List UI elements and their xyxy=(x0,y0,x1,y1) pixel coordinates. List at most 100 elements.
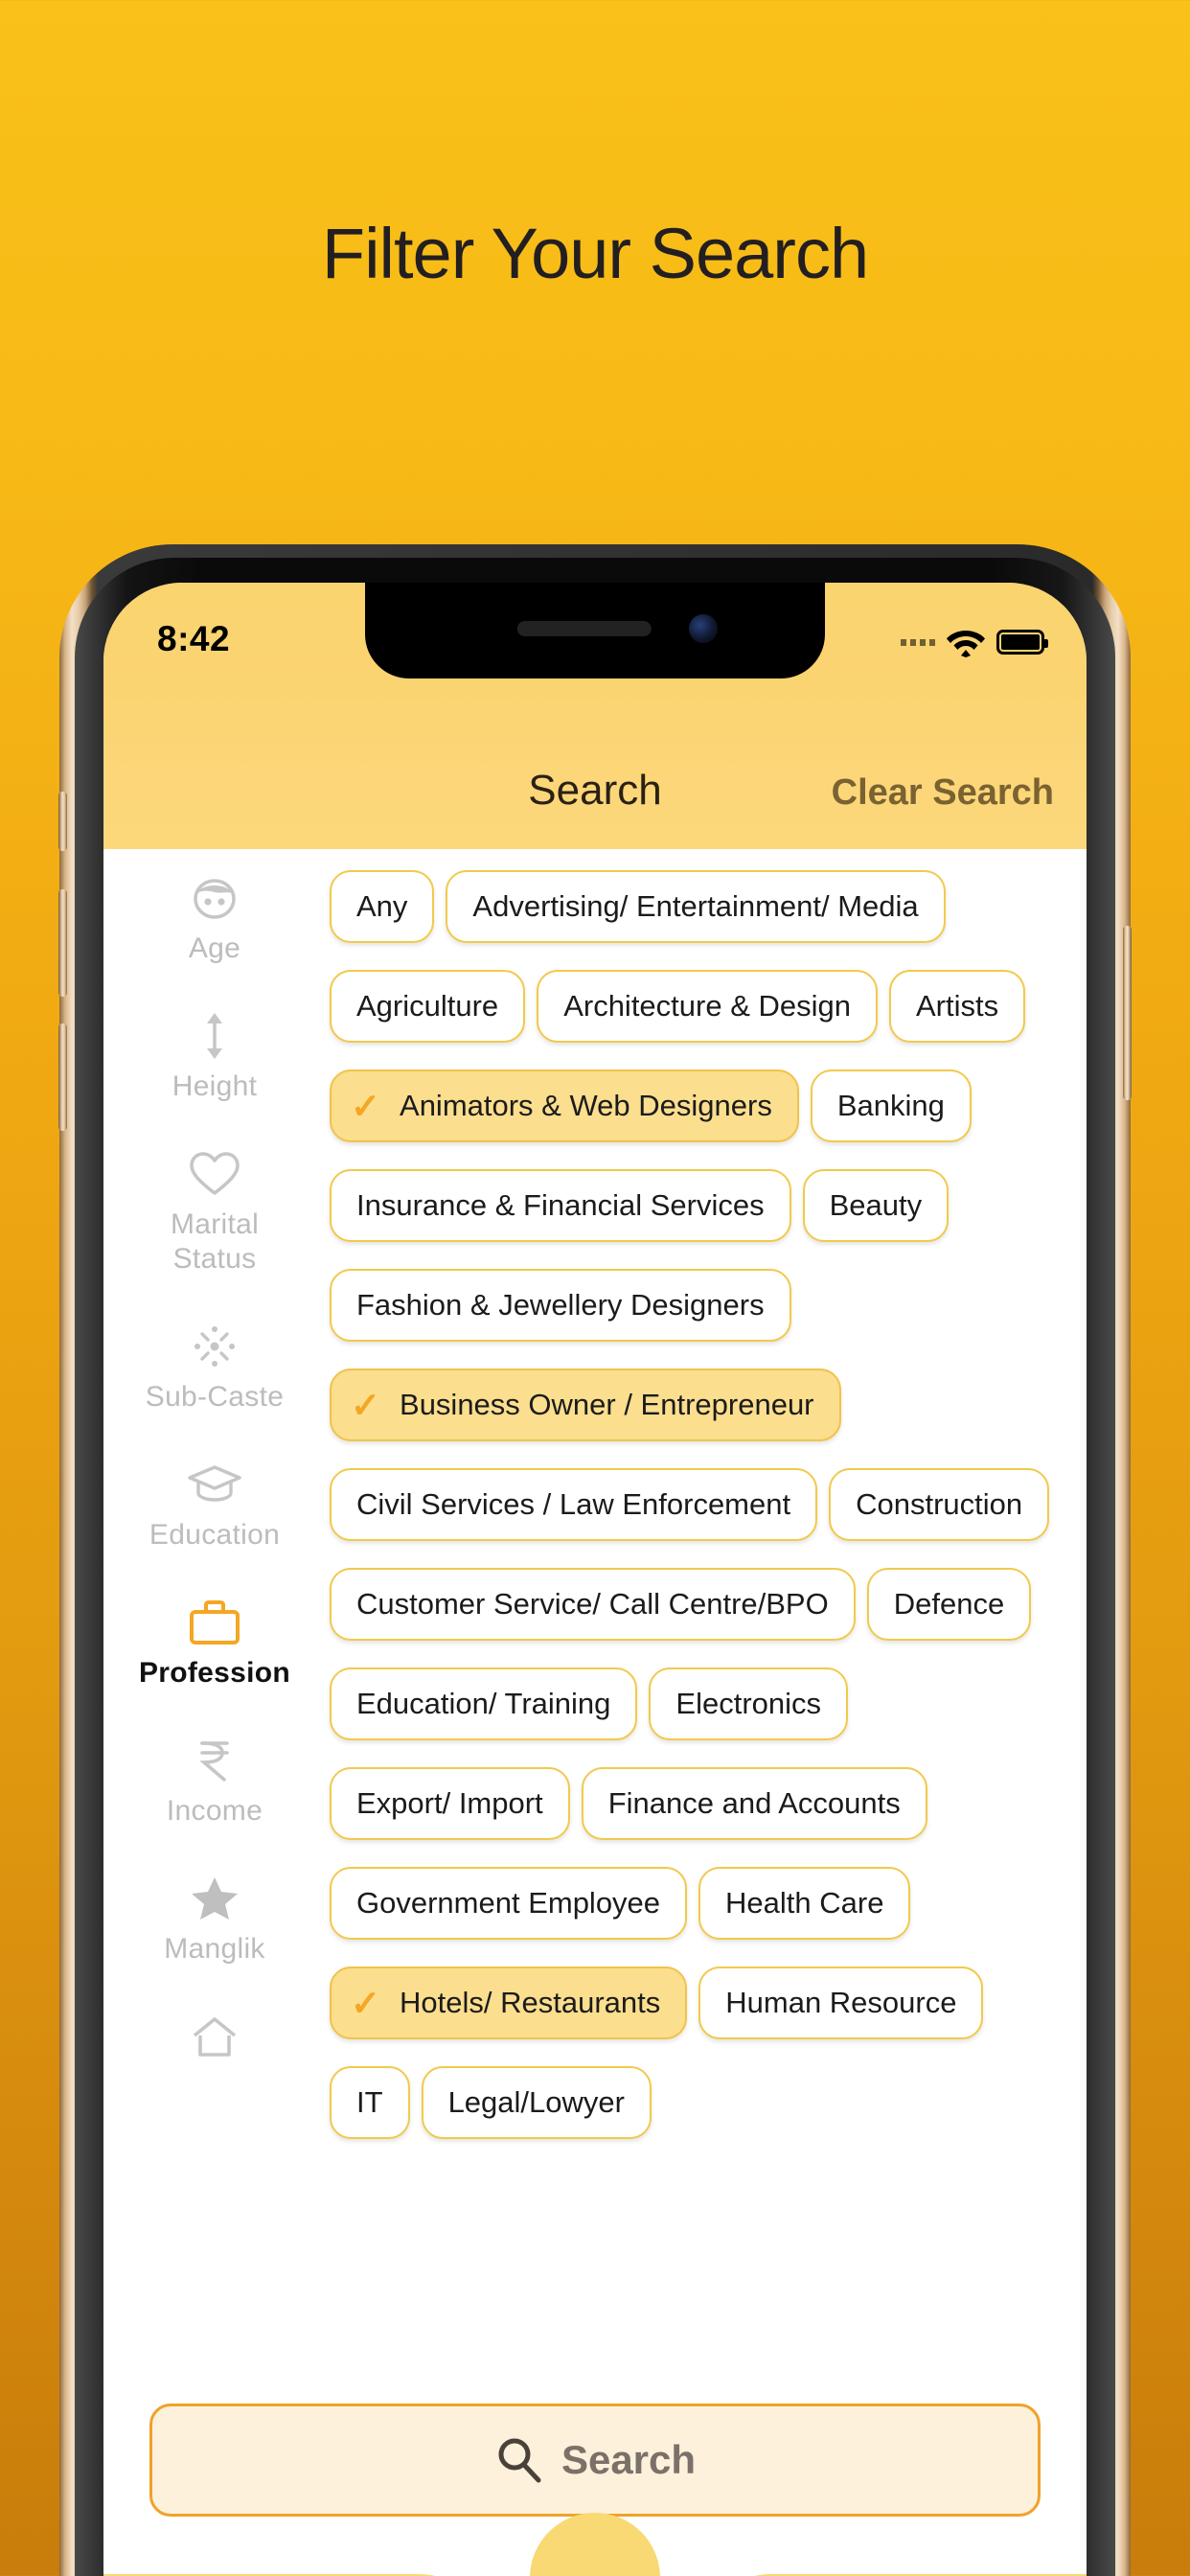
profession-chip[interactable]: Insurance & Financial Services xyxy=(330,1169,791,1242)
sidebar-item-home[interactable] xyxy=(103,2011,326,2062)
mute-switch-button[interactable] xyxy=(58,792,67,851)
wifi-icon xyxy=(947,631,985,657)
chip-row: Customer Service/ Call Centre/BPO Defence xyxy=(330,1568,1087,1641)
sidebar-item-education[interactable]: Education xyxy=(103,1459,326,1552)
profession-chip[interactable]: Advertising/ Entertainment/ Media xyxy=(446,870,946,943)
chip-label: IT xyxy=(356,2085,383,2119)
sidebar-item-income[interactable]: Income xyxy=(103,1735,326,1828)
chip-row: Education/ Training Electronics xyxy=(330,1668,1087,1740)
volume-up-button[interactable] xyxy=(58,889,67,997)
sidebar-item-manglik[interactable]: Manglik xyxy=(103,1873,326,1966)
chip-label: Architecture & Design xyxy=(563,989,851,1023)
chip-row: Fashion & Jewellery Designers xyxy=(330,1269,1087,1342)
chip-row: Any Advertising/ Entertainment/ Media xyxy=(330,870,1087,943)
sidebar-item-label: Profession xyxy=(138,1657,291,1689)
volume-down-button[interactable] xyxy=(58,1024,67,1131)
rupee-icon xyxy=(103,1735,326,1786)
heart-icon xyxy=(103,1148,326,1200)
chip-row: Civil Services / Law Enforcement Construc… xyxy=(330,1468,1087,1541)
sidebar-item-label: Marital Status xyxy=(170,1208,260,1275)
device-bezel-inner: 8:42 Search Clear Search Age Height Mari… xyxy=(103,583,1087,2576)
profession-chip[interactable]: Human Resource xyxy=(698,1966,984,2039)
briefcase-icon xyxy=(103,1597,326,1648)
phone-mockup: 8:42 Search Clear Search Age Height Mari… xyxy=(58,544,1132,2576)
chip-label: Education/ Training xyxy=(356,1687,611,1720)
profession-chip[interactable]: ✓ Animators & Web Designers xyxy=(330,1070,799,1142)
chip-label: Electronics xyxy=(675,1687,822,1720)
chip-row: ✓ Animators & Web Designers Banking xyxy=(330,1070,1087,1142)
check-icon: ✓ xyxy=(351,1983,381,2023)
chip-label: Government Employee xyxy=(356,1886,661,1920)
filter-category-rail: Age Height Marital Status Sub-Caste Educ… xyxy=(103,849,326,2576)
chip-label: Human Resource xyxy=(725,1986,957,2019)
sidebar-item-height[interactable]: Height xyxy=(103,1010,326,1104)
profession-chip[interactable]: Architecture & Design xyxy=(537,970,878,1043)
status-bar: 8:42 xyxy=(103,583,1087,690)
search-button-label: Search xyxy=(561,2437,697,2482)
search-button[interactable]: Search xyxy=(149,2404,1041,2517)
profession-chip[interactable]: Banking xyxy=(810,1070,972,1142)
profession-chip[interactable]: ✓ Hotels/ Restaurants xyxy=(330,1966,688,2039)
chip-label: Defence xyxy=(893,1587,1005,1621)
profession-chip[interactable]: Export/ Import xyxy=(330,1767,570,1840)
sidebar-item-label: Manglik xyxy=(164,1933,265,1965)
profession-chip[interactable]: ✓ Business Owner / Entrepreneur xyxy=(330,1368,841,1441)
sunburst-icon xyxy=(103,1321,326,1372)
sidebar-item-label: Age xyxy=(188,932,241,964)
profession-chip[interactable]: Defence xyxy=(866,1568,1032,1641)
chip-row: Agriculture Architecture & Design Artists xyxy=(330,970,1087,1043)
chip-label: Export/ Import xyxy=(356,1786,543,1820)
chip-row: ✓ Hotels/ Restaurants Human Resource xyxy=(330,1966,1087,2039)
chip-row: IT Legal/Lowyer xyxy=(330,2066,1087,2139)
profession-chip[interactable]: Finance and Accounts xyxy=(581,1767,927,1840)
chip-row: Export/ Import Finance and Accounts xyxy=(330,1767,1087,1840)
chip-label: Health Care xyxy=(725,1886,884,1920)
profession-chip[interactable]: IT xyxy=(330,2066,410,2139)
profession-chip[interactable]: Civil Services / Law Enforcement xyxy=(330,1468,818,1541)
sidebar-item-label: Height xyxy=(172,1070,258,1102)
check-icon: ✓ xyxy=(351,1086,381,1126)
chip-label: Fashion & Jewellery Designers xyxy=(356,1288,765,1322)
power-button[interactable] xyxy=(1123,926,1132,1100)
device-bezel: 8:42 Search Clear Search Age Height Mari… xyxy=(75,558,1115,2576)
chip-label: Hotels/ Restaurants xyxy=(400,1986,661,2019)
sidebar-item-profession[interactable]: Profession xyxy=(103,1597,326,1690)
profession-chip[interactable]: Beauty xyxy=(802,1169,950,1242)
sidebar-item-marital-status[interactable]: Marital Status xyxy=(103,1148,326,1276)
check-icon: ✓ xyxy=(351,1385,381,1425)
sidebar-item-age[interactable]: Age xyxy=(103,872,326,966)
page-title: Filter Your Search xyxy=(321,214,869,293)
sidebar-item-label: Income xyxy=(166,1795,263,1827)
chip-label: Insurance & Financial Services xyxy=(356,1188,765,1222)
star-icon xyxy=(103,1873,326,1924)
status-indicators xyxy=(901,627,1048,657)
chip-row: Insurance & Financial Services Beauty xyxy=(330,1169,1087,1242)
sidebar-item-sub-caste[interactable]: Sub-Caste xyxy=(103,1321,326,1414)
profession-chip[interactable]: Education/ Training xyxy=(330,1668,638,1740)
chip-label: Finance and Accounts xyxy=(607,1786,901,1820)
profession-chip[interactable]: Legal/Lowyer xyxy=(421,2066,652,2139)
filter-content: Age Height Marital Status Sub-Caste Educ… xyxy=(103,849,1087,2576)
chip-label: Customer Service/ Call Centre/BPO xyxy=(356,1587,829,1621)
profession-chip[interactable]: Any xyxy=(330,870,435,943)
clear-search-button[interactable]: Clear Search xyxy=(832,772,1054,814)
profession-chip[interactable]: Health Care xyxy=(698,1867,911,1940)
profession-chip[interactable]: Agriculture xyxy=(330,970,526,1043)
chip-label: Beauty xyxy=(829,1188,923,1222)
chip-label: Agriculture xyxy=(356,989,499,1023)
profession-chip-list[interactable]: Any Advertising/ Entertainment/ Media Agri… xyxy=(326,849,1087,2576)
phone-screen: 8:42 Search Clear Search Age Height Mari… xyxy=(103,583,1087,2576)
profession-chip[interactable]: Fashion & Jewellery Designers xyxy=(330,1269,791,1342)
profession-chip[interactable]: Artists xyxy=(889,970,1026,1043)
profession-chip[interactable]: Electronics xyxy=(649,1668,849,1740)
profession-chip[interactable]: Construction xyxy=(829,1468,1050,1541)
search-magnifier-icon xyxy=(498,2438,541,2483)
profession-chip[interactable]: Government Employee xyxy=(330,1867,688,1940)
profession-chip[interactable]: Customer Service/ Call Centre/BPO xyxy=(330,1568,856,1641)
chip-label: Civil Services / Law Enforcement xyxy=(356,1487,791,1521)
sidebar-item-label: Education xyxy=(149,1519,281,1551)
graduation-cap-icon xyxy=(103,1459,326,1510)
signal-dots-icon xyxy=(901,638,935,646)
home-icon xyxy=(103,2011,326,2062)
chip-row: ✓ Business Owner / Entrepreneur xyxy=(330,1368,1087,1441)
